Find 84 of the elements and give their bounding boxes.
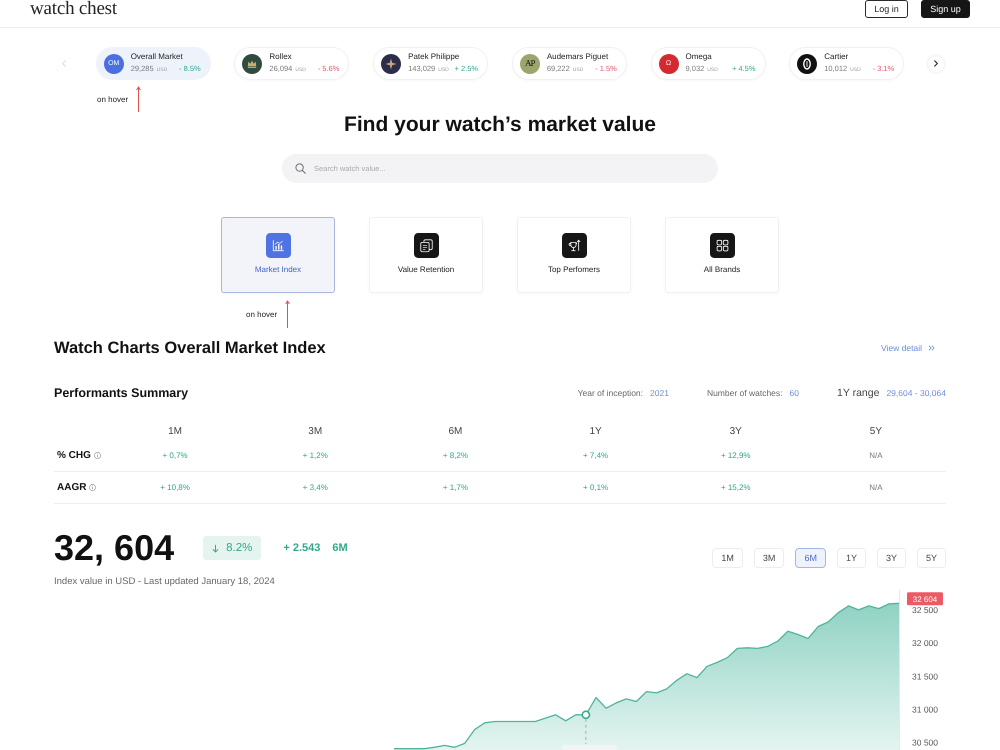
- table-cell: N/A: [869, 483, 883, 492]
- annotation-text: on hover: [97, 94, 128, 104]
- stat-label: Number of watches:: [706, 388, 783, 398]
- crown-icon: [242, 54, 262, 74]
- period-tab[interactable]: 6M: [795, 548, 826, 568]
- table-cell: + 7,4%: [583, 451, 608, 460]
- tooltip-box: [562, 745, 617, 750]
- category-card[interactable]: All Brands: [665, 217, 779, 293]
- axis-label: 31 000: [912, 704, 938, 714]
- period-tab[interactable]: 1M: [712, 548, 743, 568]
- stat-value: 2021: [650, 388, 669, 398]
- signup-button[interactable]: Sign up: [921, 0, 970, 18]
- arrow-up-icon: [136, 86, 142, 112]
- category-card[interactable]: Top Perfomers: [517, 217, 631, 293]
- stacked-cards-icon: [414, 233, 438, 258]
- category-label: Market Index: [254, 265, 302, 275]
- table-cell: + 8,2%: [442, 451, 468, 460]
- login-button[interactable]: Log in: [865, 0, 908, 18]
- axis-label: 32 000: [912, 638, 938, 648]
- axis-label: 32 500: [912, 604, 938, 615]
- period-tab[interactable]: 3Y: [876, 548, 906, 568]
- change-amount: + 2.543: [283, 542, 320, 554]
- category-card[interactable]: Market Index: [221, 217, 335, 293]
- brand-name: Audemars Piguet: [546, 52, 610, 61]
- category-label: Value Retention: [398, 265, 454, 275]
- axis-label: 30 500: [912, 738, 938, 748]
- stat-value: 29,604 - 30,064: [886, 388, 946, 398]
- change-percent: 8.2%: [226, 542, 252, 554]
- table-cell: + 12,9%: [720, 451, 751, 460]
- index-caption: Index value in USD - Last updated January 18, 2024: [54, 576, 276, 588]
- stat-label: Year of inception:: [578, 388, 644, 398]
- brand-name: Patek Philippe: [408, 52, 460, 61]
- bar-chart-icon: [266, 233, 290, 258]
- point-marker-icon[interactable]: [582, 710, 590, 720]
- table-cell: + 15,2%: [720, 483, 751, 492]
- column-header: 5Y: [870, 426, 882, 437]
- category-label: All Brands: [704, 265, 740, 275]
- column-header: 6M: [448, 426, 462, 437]
- brand-logo: AP: [520, 54, 540, 74]
- table-cell: + 10,8%: [160, 483, 190, 492]
- column-header: 1Y: [589, 426, 602, 437]
- axis-label: 31 500: [912, 671, 938, 682]
- brand-name: Overall Market: [130, 52, 184, 61]
- period-tab[interactable]: 5Y: [916, 548, 946, 568]
- logo-wordmark[interactable]: watch chest: [30, 0, 117, 17]
- annotation-text: on hover: [246, 310, 278, 318]
- period-label: 6M: [332, 542, 348, 554]
- search-icon: [295, 163, 306, 174]
- table-cell: + 0,1%: [583, 483, 608, 492]
- brand-name: Cartier: [824, 52, 850, 61]
- summary-title: Performants Summary: [54, 386, 188, 400]
- index-value: 32, 604: [54, 528, 174, 568]
- info-icon[interactable]: [89, 484, 96, 491]
- value-tag: 32 604: [907, 592, 943, 606]
- chevron-right-icon: [934, 60, 938, 67]
- column-header: 3M: [308, 426, 322, 437]
- next-button[interactable]: [928, 56, 944, 72]
- category-card[interactable]: Value Retention: [369, 217, 483, 293]
- brand-name: Omega: [686, 52, 713, 61]
- category-label: Top Perfomers: [548, 265, 600, 275]
- table-cell: + 1,2%: [302, 451, 328, 460]
- info-icon[interactable]: [94, 452, 101, 459]
- column-header: 3Y: [730, 426, 742, 437]
- row-label: % CHG: [57, 450, 91, 461]
- double-chevron-icon: [928, 345, 935, 351]
- section-title: Watch Charts Overall Market Index: [54, 338, 326, 358]
- grid-icon: [710, 233, 734, 258]
- stat-label: 1Y range: [837, 387, 880, 399]
- table-cell: + 3,4%: [302, 483, 328, 492]
- table-cell: + 0,7%: [162, 451, 188, 460]
- chevron-left-icon: [62, 60, 66, 67]
- brand-name: Rollex: [269, 52, 293, 61]
- trophy-icon: [562, 233, 586, 258]
- period-tab[interactable]: 1Y: [836, 548, 866, 568]
- period-tab[interactable]: 3M: [754, 548, 784, 568]
- page-heading: Find your watch’s market value: [343, 113, 657, 137]
- column-header: 1M: [168, 426, 182, 437]
- oval-ring-icon: [797, 54, 818, 74]
- stat-value: 60: [790, 388, 799, 398]
- row-label: AAGR: [57, 482, 86, 493]
- cross-icon: [381, 54, 402, 74]
- arrow-up-icon: [285, 300, 290, 328]
- table-cell: + 1,7%: [442, 483, 468, 492]
- table-cell: N/A: [869, 451, 883, 460]
